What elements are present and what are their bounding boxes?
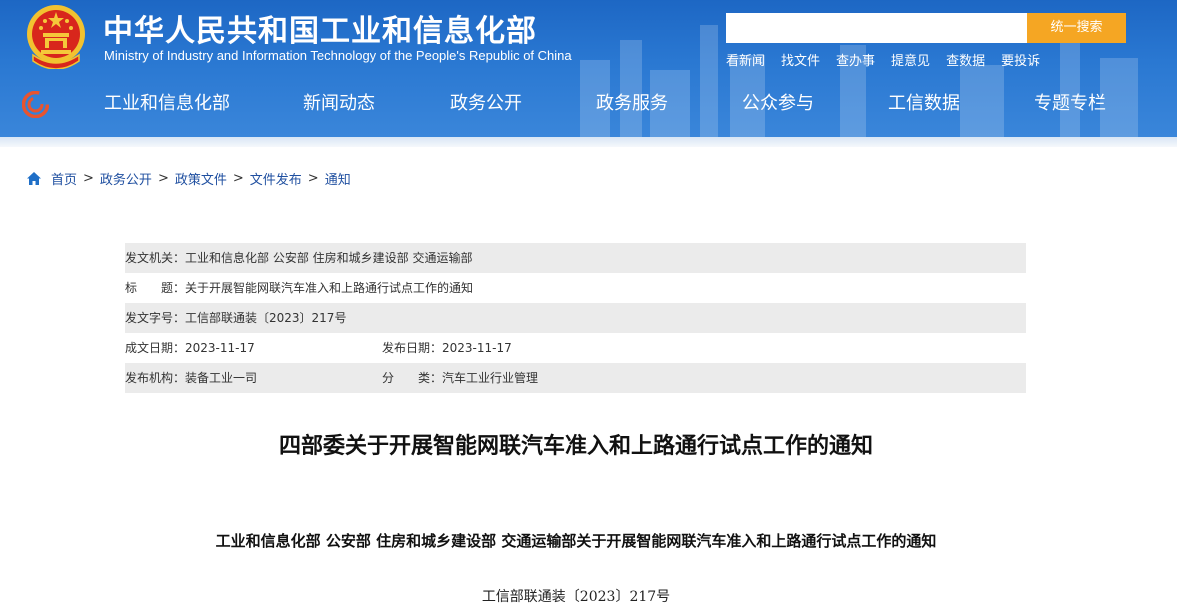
- article-subtitle: 工业和信息化部 公安部 住房和城乡建设部 交通运输部关于开展智能网联汽车准入和上…: [215, 532, 937, 550]
- meta-doc-number: 发文字号：工信部联通装〔2023〕217号: [125, 311, 347, 325]
- site-subtitle: Ministry of Industry and Information Tec…: [104, 48, 572, 63]
- quick-link-feedback[interactable]: 提意见: [891, 50, 930, 69]
- breadcrumb-separator: >: [83, 170, 94, 186]
- meta-row-dates: 成文日期：2023-11-17 发布日期：2023-11-17: [125, 333, 1026, 363]
- meta-row-doc-number: 发文字号：工信部联通装〔2023〕217号: [125, 303, 1026, 333]
- breadcrumb-policy-docs[interactable]: 政策文件: [175, 169, 227, 188]
- breadcrumb-separator: >: [157, 170, 169, 186]
- breadcrumb-notice[interactable]: 通知: [325, 169, 351, 188]
- nav-item-gov-affairs[interactable]: 政务公开: [450, 86, 522, 122]
- meta-category: 分 类：汽车工业行业管理: [382, 371, 539, 385]
- miit-logo-icon[interactable]: [22, 91, 49, 118]
- breadcrumb-doc-release[interactable]: 文件发布: [250, 169, 302, 188]
- search-button[interactable]: 统一搜索: [1027, 13, 1126, 43]
- breadcrumb-separator: >: [232, 170, 244, 186]
- nav-item-data[interactable]: 工信数据: [888, 86, 960, 122]
- meta-row-title: 标 题：关于开展智能网联汽车准入和上路通行试点工作的通知: [125, 273, 1026, 303]
- breadcrumb-separator: >: [307, 170, 319, 186]
- site-header: 中华人民共和国工业和信息化部 Ministry of Industry and …: [0, 0, 1177, 137]
- quick-link-data[interactable]: 查数据: [946, 50, 985, 69]
- meta-title: 标 题：关于开展智能网联汽车准入和上路通行试点工作的通知: [125, 281, 474, 295]
- nav-item-participation[interactable]: 公众参与: [742, 86, 814, 122]
- search-input[interactable]: [726, 13, 1027, 43]
- nav-item-gov-services[interactable]: 政务服务: [596, 86, 668, 122]
- quick-link-services[interactable]: 查办事: [836, 50, 875, 69]
- quick-link-news[interactable]: 看新闻: [726, 50, 765, 69]
- breadcrumb-gov-affairs[interactable]: 政务公开: [100, 169, 152, 188]
- meta-publisher: 发布机构：装备工业一司: [125, 371, 258, 385]
- nav-item-topics[interactable]: 专题专栏: [1034, 86, 1106, 122]
- quick-link-complaint[interactable]: 要投诉: [1001, 50, 1040, 69]
- meta-row-publisher: 发布机构：装备工业一司 分 类：汽车工业行业管理: [125, 363, 1026, 393]
- main-nav: 工业和信息化部 新闻动态 政务公开 政务服务 公众参与 工信数据 专题专栏: [70, 86, 1177, 122]
- quick-link-files[interactable]: 找文件: [781, 50, 820, 69]
- breadcrumb: 首页 > 政务公开 > 政策文件 > 文件发布 > 通知: [26, 169, 351, 188]
- nav-item-news[interactable]: 新闻动态: [303, 86, 375, 122]
- meta-row-issuer: 发文机关：工业和信息化部 公安部 住房和城乡建设部 交通运输部: [125, 243, 1026, 273]
- article-doc-number: 工信部联通装〔2023〕217号: [481, 589, 671, 605]
- document-meta-table: 发文机关：工业和信息化部 公安部 住房和城乡建设部 交通运输部 标 题：关于开展…: [125, 243, 1026, 393]
- nav-item-miit[interactable]: 工业和信息化部: [104, 86, 230, 122]
- article-title: 四部委关于开展智能网联汽车准入和上路通行试点工作的通知: [278, 434, 873, 459]
- home-icon[interactable]: [26, 171, 42, 186]
- quick-links: 看新闻 找文件 查办事 提意见 查数据 要投诉: [726, 50, 1056, 69]
- meta-written-date: 成文日期：2023-11-17: [125, 341, 255, 355]
- meta-publish-date: 发布日期：2023-11-17: [382, 341, 512, 355]
- header-divider: [0, 137, 1177, 147]
- site-title: 中华人民共和国工业和信息化部: [103, 14, 537, 49]
- breadcrumb-home[interactable]: 首页: [51, 169, 77, 188]
- national-emblem-icon: [27, 5, 85, 69]
- meta-issuer: 发文机关：工业和信息化部 公安部 住房和城乡建设部 交通运输部: [125, 251, 473, 265]
